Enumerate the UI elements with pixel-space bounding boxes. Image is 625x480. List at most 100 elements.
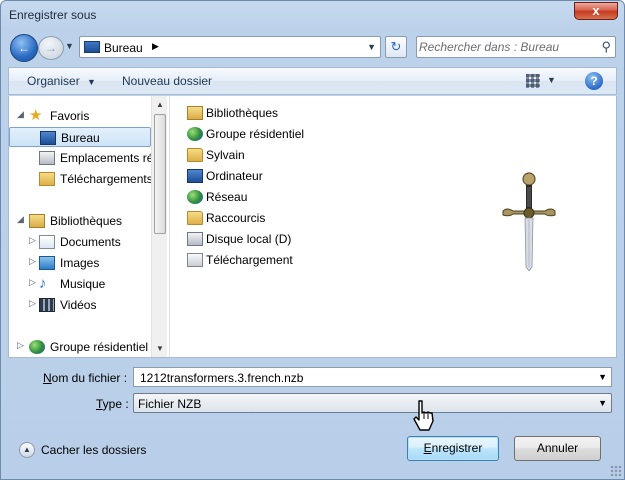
refresh-button[interactable]: ↻ (385, 36, 407, 58)
sword-preview-image (502, 172, 556, 271)
nav-item-images[interactable]: ▷ Images (9, 253, 151, 273)
computer-icon (187, 169, 203, 183)
view-options-icon[interactable] (526, 74, 540, 88)
scrollbar-thumb[interactable] (154, 114, 166, 234)
command-bar: Organiser ▼ Nouveau dossier ▼ ? (8, 67, 617, 95)
filename-label: Nom du fichier : (43, 371, 128, 385)
view-dropdown-icon[interactable]: ▼ (547, 75, 556, 85)
list-item[interactable]: Raccourcis (181, 208, 441, 228)
recent-places-icon (39, 151, 55, 165)
hide-folders-label: Cacher les dossiers (41, 443, 147, 457)
collapse-icon[interactable]: ◢ (17, 109, 24, 120)
drive-shortcut-icon (187, 232, 203, 246)
expand-icon[interactable]: ▷ (29, 256, 36, 267)
organize-label: Organiser (27, 74, 80, 88)
list-item[interactable]: Réseau (181, 187, 441, 207)
chevron-up-icon[interactable]: ▲ (19, 442, 35, 458)
nav-item-label: Musique (60, 277, 106, 291)
nav-item-downloads[interactable]: Téléchargements (9, 169, 151, 189)
nav-item-label: Téléchargements (60, 172, 151, 186)
filetype-select[interactable]: Fichier NZB ▼ (133, 393, 612, 413)
nav-item-documents[interactable]: ▷ Documents (9, 232, 151, 252)
nav-item-libraries[interactable]: ◢ Bibliothèques (9, 211, 151, 231)
desktop-icon (40, 131, 56, 145)
breadcrumb-bureau[interactable]: Bureau (104, 41, 143, 55)
pane-divider[interactable] (169, 96, 170, 357)
homegroup-icon (187, 127, 203, 141)
navigation-pane: ◢ ★ Favoris Bureau Emplacements ré Téléc… (9, 96, 167, 357)
desktop-icon (84, 41, 100, 53)
nav-item-recent-places[interactable]: Emplacements ré (9, 148, 151, 168)
collapse-icon[interactable]: ◢ (17, 214, 24, 225)
videos-icon (39, 298, 55, 312)
search-icon[interactable]: ⚲ (601, 39, 611, 55)
downloads-icon (39, 172, 55, 186)
list-item[interactable]: Disque local (D) (181, 229, 441, 249)
help-icon[interactable]: ? (585, 72, 603, 90)
list-item-label: Raccourcis (206, 211, 266, 225)
filename-field[interactable]: 1212transformers.3.french.nzb ▼ (133, 367, 612, 387)
arrow-left-icon: ← (18, 41, 30, 55)
expand-icon[interactable]: ▷ (29, 298, 36, 309)
filename-value[interactable]: 1212transformers.3.french.nzb (140, 371, 303, 385)
address-bar[interactable]: Bureau ▶ ▼ (79, 36, 381, 58)
star-icon: ★ (29, 107, 43, 124)
list-item-label: Disque local (D) (206, 232, 292, 246)
nav-item-label: Favoris (50, 109, 90, 123)
new-folder-button[interactable]: Nouveau dossier (122, 74, 212, 88)
nav-item-label: Vidéos (60, 298, 97, 312)
expand-icon[interactable]: ▷ (29, 277, 36, 288)
network-icon (187, 190, 203, 204)
shortcut-icon (187, 253, 203, 267)
nav-item-label: Images (60, 256, 100, 270)
search-box[interactable]: ⚲ (416, 36, 616, 58)
nav-item-label: Emplacements ré (60, 151, 151, 165)
expand-icon[interactable]: ▷ (29, 235, 36, 246)
nav-item-label: Groupe résidentiel (50, 340, 149, 354)
list-item[interactable]: Sylvain (181, 145, 441, 165)
window-title: Enregistrer sous (9, 8, 97, 22)
save-as-dialog: Enregistrer sous x ← → ▼ Bureau ▶ ▼ ↻ ⚲ … (0, 0, 625, 480)
list-item-label: Sylvain (206, 148, 245, 162)
list-item[interactable]: Groupe résidentiel (181, 124, 441, 144)
recent-pages-dropdown[interactable]: ▼ (65, 41, 74, 51)
nav-item-favoris[interactable]: ◢ ★ Favoris (9, 106, 151, 126)
title-bar: Enregistrer sous x (1, 1, 624, 29)
expand-icon[interactable]: ▷ (17, 340, 24, 351)
filetype-label: Type : (96, 397, 129, 411)
close-button[interactable]: x (574, 2, 618, 20)
nav-item-bureau[interactable]: Bureau (9, 127, 151, 147)
list-item-label: Bibliothèques (206, 106, 279, 120)
nav-item-homegroup[interactable]: ▷ Groupe résidentiel (9, 337, 151, 357)
chevron-down-icon[interactable]: ▼ (598, 398, 607, 408)
chevron-down-icon[interactable]: ▼ (598, 372, 607, 382)
breadcrumb-arrow-icon[interactable]: ▶ (152, 41, 159, 52)
nav-item-label: Documents (60, 235, 121, 249)
browser-panes: ◢ ★ Favoris Bureau Emplacements ré Téléc… (8, 96, 617, 358)
list-item[interactable]: Ordinateur (181, 166, 441, 186)
hide-folders-toggle[interactable]: ▲ Cacher les dossiers (19, 442, 149, 460)
pictures-icon (39, 256, 55, 270)
user-folder-icon (187, 148, 203, 162)
scroll-down-icon[interactable]: ▼ (156, 344, 164, 353)
list-item[interactable]: Bibliothèques (181, 103, 441, 123)
list-item-label: Ordinateur (206, 169, 263, 183)
nav-item-videos[interactable]: ▷ Vidéos (9, 295, 151, 315)
nav-item-music[interactable]: ▷ ♪ Musique (9, 274, 151, 294)
address-dropdown-icon[interactable]: ▼ (367, 42, 376, 52)
folder-icon (187, 211, 203, 225)
cancel-button[interactable]: Annuler (514, 436, 601, 461)
back-button[interactable]: ← (10, 34, 38, 62)
library-icon (187, 106, 203, 120)
refresh-icon: ↻ (390, 39, 402, 54)
music-icon: ♪ (39, 275, 47, 292)
list-item[interactable]: Téléchargement (181, 250, 441, 270)
scroll-up-icon[interactable]: ▲ (156, 100, 164, 109)
resize-grip[interactable] (610, 465, 622, 477)
save-button[interactable]: Enregistrer (407, 436, 499, 461)
forward-button[interactable]: → (38, 36, 64, 60)
nav-item-label: Bibliothèques (50, 214, 123, 228)
nav-scrollbar[interactable]: ▲ ▼ (151, 96, 167, 357)
organize-button[interactable]: Organiser ▼ (27, 74, 96, 88)
search-input[interactable] (419, 39, 591, 55)
